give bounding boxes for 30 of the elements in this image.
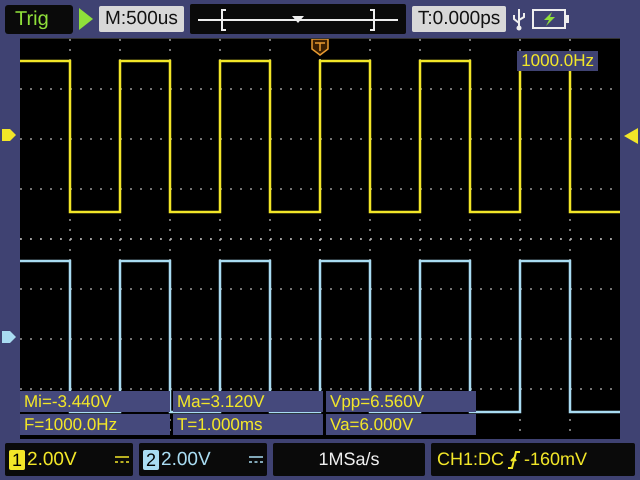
rising-edge-icon (508, 450, 520, 468)
trigger-level-readout: -160mV (524, 449, 588, 470)
dc-coupling-icon (249, 456, 263, 464)
timebase-readout: M:500us (99, 6, 184, 32)
trigger-source: CH1:DC (437, 449, 504, 470)
volts-per-division: 2.00V (161, 448, 212, 470)
usb-icon (512, 7, 526, 31)
run-icon (79, 8, 93, 30)
channel-scale-panel[interactable]: 2 2.00V (139, 443, 267, 476)
channel-number-badge: 1 (9, 450, 25, 470)
battery-charging-icon (532, 9, 570, 29)
channel-number-badge: 2 (143, 450, 159, 470)
dc-coupling-icon (115, 456, 129, 464)
trigger-level-icon[interactable] (624, 128, 638, 144)
channel-scale-panel[interactable]: 1 2.00V (5, 443, 133, 476)
channel-marker-icon[interactable] (2, 128, 16, 142)
frequency-readout: 1000.0Hz (517, 51, 598, 71)
trigger-settings-panel[interactable]: CH1:DC -160mV (431, 443, 635, 476)
trigger-offset-readout: T:0.000ps (412, 6, 506, 32)
channel-marker-icon[interactable] (2, 330, 16, 344)
measurement-readout: Mi=-3.440V (20, 391, 170, 412)
measurement-readout: T=1.000ms (173, 414, 323, 435)
measurement-readout: F=1000.0Hz (20, 414, 170, 435)
measurement-readout: Va=6.000V (326, 414, 476, 435)
volts-per-division: 2.00V (27, 448, 78, 470)
measurement-readout: Vpp=6.560V (326, 391, 476, 412)
measurement-readout: Ma=3.120V (173, 391, 323, 412)
trigger-status: Trig (5, 4, 73, 34)
trigger-position-icon (311, 39, 329, 56)
sample-rate-readout: 1MSa/s (273, 443, 425, 476)
